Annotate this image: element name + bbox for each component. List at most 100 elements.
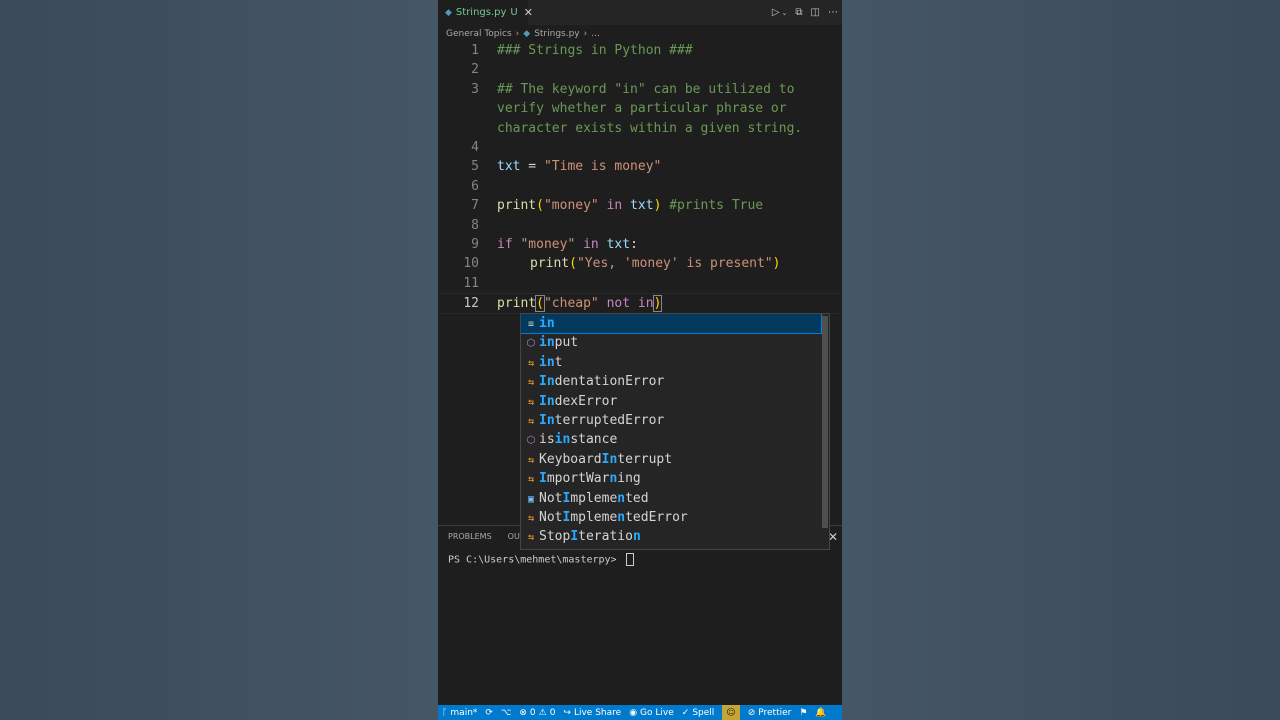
code-text: if "money" in txt:	[497, 237, 638, 252]
function-icon: ⬡	[526, 338, 536, 349]
code-line: 7 print("money" in txt) #prints True	[438, 196, 842, 215]
notifications-icon[interactable]: 🔔	[815, 708, 826, 718]
tab-strings-py[interactable]: ◆ Strings.py U ✕	[438, 0, 533, 25]
class-icon: ⇆	[527, 474, 535, 485]
breadcrumb-folder[interactable]: General Topics	[446, 29, 512, 39]
suggestion-item[interactable]: ⇆ StopIteration	[521, 527, 821, 546]
class-icon: ⇆	[527, 416, 535, 427]
terminal-output[interactable]: PS C:\Users\mehmet\masterpy>	[448, 553, 634, 566]
suggestion-item[interactable]: ⇆ int	[521, 353, 821, 372]
code-area[interactable]: 1 ### Strings in Python ### 2 3 ## The k…	[438, 41, 842, 314]
code-line: 11	[438, 274, 842, 293]
sync-icon[interactable]: ⟳	[485, 708, 493, 718]
editor-actions: ▷ ⌄ ⧉ ◫ ⋯	[772, 0, 838, 25]
code-line: 9 if "money" in txt:	[438, 235, 842, 254]
code-line: 4	[438, 138, 842, 157]
git-branch-icon: ᚴ	[442, 707, 448, 718]
status-prettier[interactable]: ⊘ Prettier	[748, 708, 792, 718]
suggestion-item[interactable]: ⇆ InterruptedError	[521, 411, 821, 430]
code-text: txt = "Time is money"	[497, 159, 662, 174]
function-icon: ⬡	[526, 435, 536, 446]
code-line: 8	[438, 216, 842, 235]
suggestion-item[interactable]: ≡ in	[521, 314, 822, 334]
line-number: 12	[463, 296, 479, 311]
chevron-right-icon: ›	[515, 29, 520, 39]
breadcrumb-file[interactable]: Strings.py	[534, 29, 579, 39]
close-icon[interactable]: ✕	[524, 6, 533, 19]
line-number: 8	[471, 218, 479, 233]
current-code-line: 12 print("cheap" not in)	[438, 293, 842, 314]
class-icon: ⇆	[527, 513, 535, 524]
source-control-icon[interactable]: ⌥	[501, 708, 511, 718]
suggestion-item[interactable]: ⇆ ImportWarning	[521, 469, 821, 488]
code-line-wrap: verify whether a particular phrase or	[438, 99, 842, 118]
status-bar: ᚴ main* ⟳ ⌥ ⊗ 0 ⚠ 0 ↪ Live Share ◉ Go Live ✓ Sp…	[438, 705, 842, 720]
error-icon: ⊗	[519, 707, 527, 718]
code-line: 3 ## The keyword "in" can be utilized to	[438, 80, 842, 99]
class-icon: ⇆	[527, 377, 535, 388]
code-text: print("cheap" not in)	[497, 295, 663, 312]
status-branch[interactable]: ᚴ main*	[442, 708, 477, 718]
suggestion-item[interactable]: ⇆ IndentationError	[521, 372, 821, 391]
line-number: 3	[471, 82, 479, 97]
prettier-icon: ⊘	[747, 707, 756, 718]
comment-text: character exists within a given string.	[497, 121, 803, 136]
suggestion-item[interactable]: ⇆ KeyboardInterrupt	[521, 450, 821, 469]
run-icon[interactable]: ▷	[772, 7, 780, 18]
code-line: 2	[438, 60, 842, 79]
tab-modified-indicator: U	[510, 7, 518, 18]
suggestion-item[interactable]: ⬡ isinstance	[521, 430, 821, 449]
class-icon: ⇆	[527, 455, 535, 466]
class-icon: ⇆	[527, 397, 535, 408]
line-number: 11	[463, 276, 479, 291]
code-line: 5 txt = "Time is money"	[438, 157, 842, 176]
line-number: 6	[471, 179, 479, 194]
compare-icon[interactable]: ⧉	[795, 7, 802, 18]
class-icon: ⇆	[527, 532, 535, 543]
suggestion-scrollbar[interactable]	[822, 316, 828, 528]
line-number: 2	[471, 62, 479, 77]
breadcrumb-more[interactable]: ...	[591, 29, 600, 39]
tab-bar: ◆ Strings.py U ✕ ▷ ⌄ ⧉ ◫ ⋯	[438, 0, 842, 25]
chevron-down-icon[interactable]: ⌄	[782, 9, 788, 17]
line-number: 5	[471, 159, 479, 174]
feedback-icon[interactable]: ⚑	[799, 708, 807, 718]
line-number: 4	[471, 140, 479, 155]
terminal-cursor	[625, 553, 634, 566]
tab-filename: Strings.py	[455, 7, 507, 18]
comment-text: verify whether a particular phrase or	[497, 101, 787, 116]
class-icon: ⇆	[527, 358, 535, 369]
code-line: 10 print("Yes, 'money' is present")	[438, 254, 842, 273]
panel-tabs: PROBLEMS OUT	[448, 532, 525, 541]
python-icon: ◆	[445, 7, 452, 18]
line-number: 9	[471, 237, 479, 252]
suggestion-item[interactable]: ⇆ IndexError	[521, 392, 821, 411]
python-icon: ◆	[523, 29, 531, 39]
check-icon: ✓	[681, 707, 690, 718]
copilot-icon[interactable]: ☺	[722, 705, 740, 720]
status-go-live[interactable]: ◉ Go Live	[629, 708, 674, 718]
status-problems[interactable]: ⊗ 0 ⚠ 0	[519, 708, 555, 718]
terminal-panel: PROBLEMS OUT ✕ PS C:\Users\mehmet\master…	[438, 525, 842, 706]
tab-problems[interactable]: PROBLEMS	[448, 532, 492, 541]
line-number: 1	[471, 43, 479, 58]
broadcast-icon: ◉	[629, 707, 638, 718]
split-editor-icon[interactable]: ◫	[811, 7, 820, 18]
autocomplete-widget: ≡ in ⬡ input ⇆ int ⇆ IndentationError ⇆ Index…	[520, 313, 830, 550]
chevron-right-icon: ›	[583, 29, 588, 39]
code-line: 6	[438, 177, 842, 196]
live-share-icon: ↪	[563, 707, 571, 718]
line-number: 10	[463, 256, 479, 271]
suggestion-item[interactable]: ⇆ NotImplementedError	[521, 508, 821, 527]
suggestion-item[interactable]: ▣ NotImplemented	[521, 489, 821, 508]
code-line-wrap: character exists within a given string.	[438, 119, 842, 138]
code-line: 1 ### Strings in Python ###	[438, 41, 842, 60]
more-actions-icon[interactable]: ⋯	[828, 7, 838, 18]
comment-text: ## The keyword "in" can be utilized to	[497, 82, 795, 97]
editor-window: ◆ Strings.py U ✕ ▷ ⌄ ⧉ ◫ ⋯ General Topic…	[438, 0, 842, 720]
status-live-share[interactable]: ↪ Live Share	[563, 708, 621, 718]
status-spell[interactable]: ✓ Spell	[682, 708, 715, 718]
constant-icon: ▣	[527, 494, 535, 505]
suggestion-item[interactable]: ⬡ input	[521, 333, 821, 352]
code-text: print("Yes, 'money' is present")	[530, 256, 781, 271]
